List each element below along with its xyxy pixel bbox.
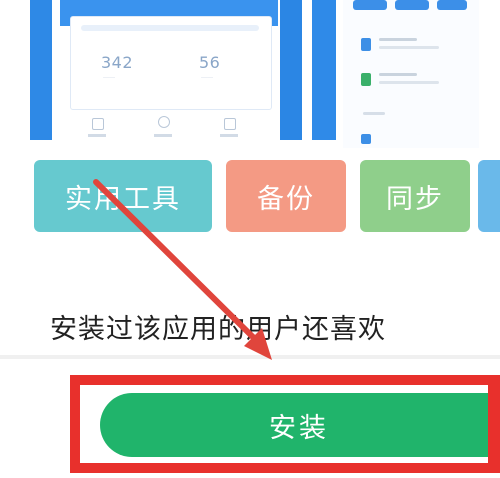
document-icon (361, 38, 371, 51)
category-sync[interactable]: 同步 (360, 160, 470, 232)
section-divider (0, 355, 500, 359)
file-meta-line (379, 81, 439, 84)
file-icon (361, 134, 371, 144)
tab-label (154, 134, 172, 137)
tab-label (88, 134, 106, 137)
file-meta-line (379, 46, 439, 49)
install-button[interactable]: 安装 (100, 393, 498, 457)
app-screenshot-1[interactable]: 342 …… 56 …… (60, 0, 278, 148)
panel-bar (81, 25, 259, 31)
screenshot-chip (395, 0, 429, 10)
tab-label (220, 134, 238, 137)
stat-value-2: 56 (199, 53, 221, 72)
grid-icon (92, 118, 104, 130)
screenshot-stats-panel: 342 …… 56 …… (70, 16, 272, 110)
app-screenshot-3[interactable] (343, 0, 479, 148)
spreadsheet-icon (361, 73, 371, 86)
stat-label-2: …… (201, 73, 213, 80)
stat-label-1: …… (103, 73, 115, 80)
file-name-line (379, 73, 417, 76)
category-backup[interactable]: 备份 (226, 160, 346, 232)
screenshot-edge-left (30, 0, 52, 140)
category-tools[interactable]: 实用工具 (34, 160, 212, 232)
section-title: 安装过该应用的用户还喜欢 (50, 314, 386, 345)
highlight-frame-edge (488, 375, 500, 473)
file-name-line (379, 38, 417, 41)
settings-icon (224, 118, 236, 130)
screenshot-chip (437, 0, 467, 10)
stat-value-1: 342 (101, 53, 134, 72)
screenshot-chip (353, 0, 387, 10)
screenshot-divider (280, 0, 302, 140)
app-screenshot-2[interactable] (312, 0, 336, 140)
refresh-icon (158, 116, 170, 128)
category-next-edge[interactable] (478, 160, 500, 232)
footer-line (363, 112, 385, 115)
